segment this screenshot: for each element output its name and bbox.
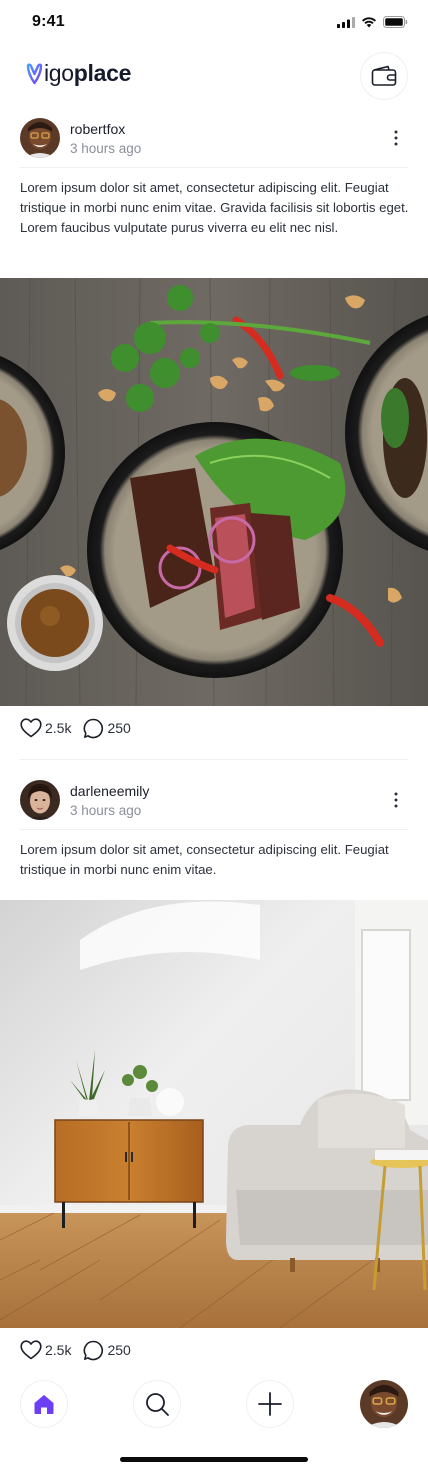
- post-time: 3 hours ago: [70, 803, 142, 818]
- more-vertical-icon: [394, 792, 398, 808]
- user-avatar-image: [20, 780, 60, 820]
- post-reactions: 2.5k 250: [20, 716, 143, 740]
- divider: [20, 829, 408, 830]
- post-header: robertfox 3 hours ago: [0, 118, 428, 168]
- home-indicator: [120, 1457, 308, 1462]
- post-image-food[interactable]: [0, 278, 428, 706]
- tab-create[interactable]: [246, 1380, 294, 1428]
- app-header: igo place: [0, 50, 428, 102]
- bottom-tab-bar: [0, 1376, 428, 1436]
- post-reactions: 2.5k 250: [20, 1338, 143, 1362]
- logo-mark-icon: [26, 63, 43, 84]
- post-time: 3 hours ago: [70, 141, 142, 156]
- logo-text-bold: place: [73, 60, 132, 86]
- status-time: 9:41: [32, 13, 65, 30]
- battery-icon: [383, 16, 408, 28]
- tab-home[interactable]: [20, 1380, 68, 1428]
- post-text: Lorem ipsum dolor sit amet, consectetur …: [20, 842, 389, 877]
- system-icons: [337, 16, 408, 28]
- comment-button[interactable]: 250: [83, 1340, 131, 1361]
- comment-count: 250: [107, 1342, 131, 1358]
- heart-icon: [20, 718, 42, 738]
- search-icon: [146, 1393, 169, 1416]
- like-button[interactable]: 2.5k: [20, 1340, 71, 1360]
- heart-icon: [20, 1340, 42, 1360]
- more-options-button[interactable]: [386, 128, 406, 148]
- post-text: Lorem ipsum dolor sit amet, consectetur …: [20, 180, 409, 235]
- post-image-living-room[interactable]: [0, 900, 428, 1328]
- status-bar: 9:41: [0, 0, 428, 44]
- profile-avatar: [360, 1380, 408, 1428]
- like-count: 2.5k: [45, 720, 72, 736]
- living-room-photo: [0, 900, 428, 1328]
- tab-search[interactable]: [133, 1380, 181, 1428]
- comment-button[interactable]: 250: [83, 718, 131, 739]
- more-options-button[interactable]: [386, 790, 406, 810]
- wallet-button[interactable]: [360, 52, 408, 100]
- avatar[interactable]: [20, 118, 60, 158]
- plus-icon: [258, 1392, 282, 1416]
- user-avatar-image: [20, 118, 60, 158]
- comment-icon: [84, 718, 104, 738]
- divider: [20, 759, 408, 760]
- avatar[interactable]: [20, 780, 60, 820]
- more-vertical-icon: [394, 130, 398, 146]
- comment-count: 250: [107, 720, 131, 736]
- app-logo[interactable]: igo place: [26, 60, 131, 87]
- wallet-icon: [371, 65, 397, 86]
- post-header: darleneemily 3 hours ago: [0, 780, 428, 830]
- like-button[interactable]: 2.5k: [20, 718, 71, 738]
- signal-icon: [337, 16, 355, 28]
- post-username[interactable]: robertfox: [70, 121, 125, 137]
- wifi-icon: [362, 17, 376, 28]
- comment-icon: [84, 1340, 104, 1360]
- like-count: 2.5k: [45, 1342, 72, 1358]
- tab-profile[interactable]: [360, 1380, 408, 1428]
- food-photo: [0, 278, 428, 706]
- post-username[interactable]: darleneemily: [70, 783, 149, 799]
- home-icon: [34, 1395, 54, 1414]
- divider: [20, 167, 408, 168]
- logo-text-light: igo: [44, 60, 74, 86]
